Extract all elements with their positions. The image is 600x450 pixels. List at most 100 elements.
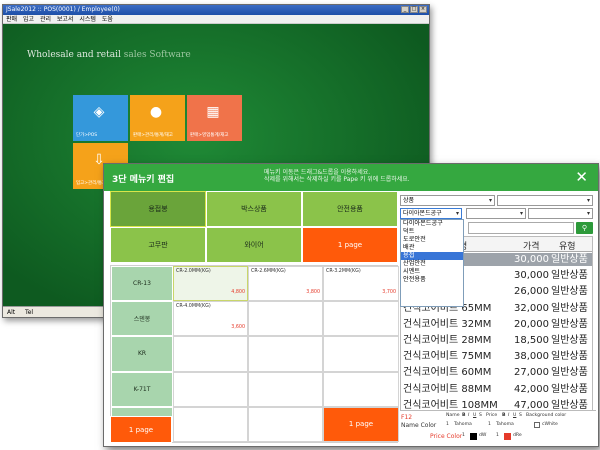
item-key[interactable]: CR-3.2MM(KG) 3,700 xyxy=(323,266,399,302)
tile-label: 단가>POS xyxy=(76,133,98,138)
side-menu-key[interactable]: 스덴봉 xyxy=(111,301,173,337)
row-price: 38,000 xyxy=(514,351,549,363)
side-page-button[interactable]: 1 page xyxy=(110,416,172,443)
dropdown-option-selected[interactable]: 용접 xyxy=(401,252,463,260)
menu-item[interactable]: 보고서 xyxy=(57,16,74,23)
bold-toggle[interactable]: B xyxy=(462,413,466,418)
secondary-select[interactable]: ▾ xyxy=(497,195,593,206)
dialog-title: 3단 메뉴키 편집 xyxy=(112,175,175,185)
italic-toggle[interactable]: I xyxy=(468,413,469,418)
top-menu-key[interactable]: 와이어 xyxy=(206,227,302,263)
strike-toggle[interactable]: S xyxy=(519,413,522,418)
price-color-value[interactable]: dRe xyxy=(513,433,522,438)
row-name: 건식코어비트 28MM xyxy=(403,335,492,346)
background-checkbox[interactable] xyxy=(534,422,540,428)
side-menu-key[interactable]: KR xyxy=(111,336,173,372)
heading-text: Wholesale and retail xyxy=(27,50,121,60)
row-type: 일반상품 xyxy=(551,351,588,363)
name-size-stepper[interactable]: 1 xyxy=(446,422,449,427)
table-row[interactable]: 건식코어비트 32MM 20,000 일반상품 xyxy=(401,318,592,331)
item-key-empty[interactable] xyxy=(248,336,323,372)
item-key-empty[interactable] xyxy=(173,336,248,372)
item-key-empty[interactable] xyxy=(173,371,248,407)
dropdown-option[interactable]: 덕트 xyxy=(401,228,463,236)
dropdown-option[interactable]: 도로안전 xyxy=(401,236,463,244)
filter-select[interactable]: ▾ xyxy=(466,208,526,219)
bold-toggle[interactable]: B xyxy=(502,413,506,418)
row-price: 18,500 xyxy=(514,335,549,346)
underline-toggle[interactable]: U xyxy=(473,413,476,418)
background-color-value[interactable]: cWhite xyxy=(542,422,558,427)
menu-item[interactable]: 판매 xyxy=(6,16,17,23)
tile-sales-statistics[interactable]: ▦ 판매>영업통계/재고 xyxy=(187,95,242,141)
page-button[interactable]: 1 page xyxy=(323,406,399,442)
page-button[interactable]: 1 page xyxy=(302,227,398,263)
tile-sales-management[interactable]: ● 판매>관리/통계/재고 xyxy=(130,95,185,141)
search-input[interactable] xyxy=(468,222,574,234)
side-menu-key[interactable]: CR-13 xyxy=(111,266,173,302)
name-font-select[interactable]: Tahoma xyxy=(454,422,472,427)
dropdown-option[interactable]: 배관 xyxy=(401,244,463,252)
dialog-titlebar: 3단 메뉴키 편집 메뉴키 이동은 드래그&드롭을 이용하세요. 삭제를 위해서… xyxy=(104,164,598,191)
item-price: 3,700 xyxy=(382,290,396,296)
dropdown-option[interactable]: 안전용품 xyxy=(401,276,463,284)
table-row[interactable]: 건식코어비트 75MM 38,000 일반상품 xyxy=(401,350,592,363)
price-color-swatch[interactable] xyxy=(504,433,511,440)
table-row[interactable]: 건식코어비트 88MM 42,000 일반상품 xyxy=(401,383,592,396)
top-menu-key[interactable]: 고무판 xyxy=(110,227,206,263)
price-color-label: Price Color xyxy=(430,433,463,440)
table-row[interactable]: 건식코어비트 28MM 18,500 일반상품 xyxy=(401,334,592,347)
item-key[interactable]: CR-2.0MM(KG) 4,800 xyxy=(173,266,248,302)
style-bar: F12 Name Color Price Color Name B I U S … xyxy=(400,410,596,444)
dropdown-option[interactable]: 시멘트 xyxy=(401,268,463,276)
item-key-empty[interactable] xyxy=(323,336,399,372)
price-font-select[interactable]: Tahoma xyxy=(496,422,514,427)
price-color-stepper[interactable]: 1 xyxy=(496,433,499,438)
underline-toggle[interactable]: U xyxy=(513,413,516,418)
table-row[interactable]: 건식코어비트 60MM 27,000 일반상품 xyxy=(401,366,592,379)
top-menu-key[interactable]: 용접봉 xyxy=(110,191,206,227)
menu-item[interactable]: 도움 xyxy=(102,16,113,23)
calendar-icon: ▦ xyxy=(206,104,220,120)
name-color-value[interactable]: dW xyxy=(479,433,486,438)
item-key-empty[interactable] xyxy=(323,301,399,337)
name-color-stepper[interactable]: 1 xyxy=(462,433,465,438)
price-size-stepper[interactable]: 1 xyxy=(488,422,491,427)
menu-item[interactable]: 입고 xyxy=(23,16,34,23)
row-name: 건식코어비트 32MM xyxy=(403,318,492,330)
tile-pricing[interactable]: ◈ 단가>POS xyxy=(73,95,128,141)
category-select[interactable]: 상품 ▾ xyxy=(400,195,495,206)
name-color-label: Name Color xyxy=(401,422,437,429)
tile-label: 판매>관리/통계/재고 xyxy=(133,133,173,138)
close-window-button[interactable]: × xyxy=(419,6,427,13)
item-key[interactable]: CR-4.0MM(KG) 3,600 xyxy=(173,301,248,337)
menu-item[interactable]: 관리 xyxy=(40,16,51,23)
name-color-swatch[interactable] xyxy=(470,433,477,440)
side-menu-key[interactable]: K-71T xyxy=(111,371,173,407)
chevron-down-icon: ▾ xyxy=(488,197,492,204)
item-key-empty[interactable] xyxy=(323,371,399,407)
minimize-button[interactable]: _ xyxy=(401,6,409,13)
item-key-empty[interactable] xyxy=(248,406,323,442)
menu-item[interactable]: 시스템 xyxy=(79,16,96,23)
item-key[interactable]: CR-2.6MM(KG) 3,800 xyxy=(248,266,323,302)
close-icon[interactable]: ✕ xyxy=(575,168,588,186)
row-type: 일반상품 xyxy=(551,286,588,298)
item-name: CR-2.6MM(KG) xyxy=(251,269,286,274)
top-menu-key[interactable]: 안전용품 xyxy=(302,191,398,227)
top-menu-key[interactable]: 박스상품 xyxy=(206,191,302,227)
strike-toggle[interactable]: S xyxy=(479,413,482,418)
row-type: 일반상품 xyxy=(551,367,588,379)
dropdown-option[interactable]: 산업안전 xyxy=(401,260,463,268)
filter-select-2[interactable]: ▾ xyxy=(528,208,593,219)
dropdown-option[interactable]: 다이아몬드공구 xyxy=(401,220,463,228)
item-key-empty[interactable] xyxy=(248,371,323,407)
window-titlebar: JSale2012 :: POS(0001) / Employee(0) _ □… xyxy=(3,5,429,15)
search-icon[interactable]: ⚲ xyxy=(576,222,593,234)
italic-toggle[interactable]: I xyxy=(508,413,509,418)
item-key-empty[interactable] xyxy=(248,301,323,337)
item-key-empty[interactable] xyxy=(173,406,248,442)
item-price: 4,800 xyxy=(231,290,245,296)
maximize-button[interactable]: □ xyxy=(410,6,418,13)
subcategory-select[interactable]: 다이아몬드공구 ▾ xyxy=(400,208,462,219)
